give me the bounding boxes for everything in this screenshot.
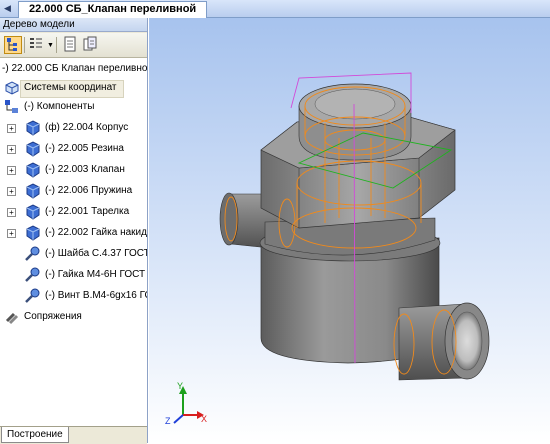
- fastener-icon: [25, 288, 40, 303]
- properties-button[interactable]: [62, 36, 80, 54]
- tree-root-label: -) 22.000 СБ Клапан переливной (Тел: [2, 63, 147, 74]
- svg-text:Y: Y: [177, 381, 183, 391]
- tree-item-label: (ф) 22.004 Корпус: [45, 122, 129, 133]
- tree-item-label: (-) 22.005 Резина: [45, 143, 124, 154]
- part-icon: [26, 141, 40, 157]
- tree-view-options-button[interactable]: [28, 36, 46, 54]
- panel-bottom-tabs: Построение: [0, 426, 147, 444]
- list-view-icon: [30, 38, 42, 48]
- tree-item-label: (-) 22.001 Тарелка: [45, 206, 130, 217]
- expand-icon[interactable]: +: [7, 166, 16, 175]
- components-icon: [5, 100, 18, 113]
- tree-item-label: (-) Винт В.М4-6gx16 ГОСТ: [45, 290, 147, 301]
- export-button[interactable]: [82, 36, 100, 54]
- tab-scroll-left-icon[interactable]: ◀: [4, 2, 14, 14]
- panel-toolbar: ▼: [0, 33, 147, 58]
- expand-icon[interactable]: +: [7, 124, 16, 133]
- tree-item-label: (-) Гайка М4-6Н ГОСТ 5915: [45, 269, 147, 280]
- tree-item-label: (-) 22.006 Пружина: [45, 185, 133, 196]
- part-icon: [26, 162, 40, 178]
- copy-document-icon: [83, 36, 97, 51]
- dropdown-arrow-icon[interactable]: ▼: [47, 42, 54, 49]
- expand-icon[interactable]: +: [7, 145, 16, 154]
- panel-title: Дерево модели: [0, 18, 147, 32]
- tree-item-label: Системы координат: [24, 82, 117, 93]
- expand-icon[interactable]: +: [7, 187, 16, 196]
- tree-structure-icon: [7, 38, 17, 51]
- part-icon: [26, 183, 40, 199]
- svg-text:X: X: [201, 414, 207, 424]
- document-icon: [64, 36, 76, 52]
- tree-structure-button[interactable]: [4, 36, 22, 54]
- tree-item-label: (-) 22.003 Клапан: [45, 164, 125, 175]
- part-icon: [26, 120, 40, 136]
- mates-icon: [5, 312, 19, 325]
- fastener-icon: [25, 246, 40, 261]
- part-icon: [26, 225, 40, 241]
- tree-item-label: (-) Компоненты: [24, 101, 95, 112]
- coordinate-system-icon: [5, 81, 19, 95]
- part-icon: [26, 204, 40, 220]
- expand-icon[interactable]: +: [7, 229, 16, 238]
- fastener-icon: [25, 267, 40, 282]
- tree-item-label: (-) Шайба С.4.37 ГОСТ 11: [45, 248, 147, 259]
- tree-item-label: (-) 22.002 Гайка накидная: [45, 227, 147, 238]
- tree-item-label: Сопряжения: [24, 311, 82, 322]
- document-tab[interactable]: 22.000 СБ_Клапан переливной: [18, 1, 208, 18]
- model-tree: -) 22.000 СБ Клапан переливной (Тел Сист…: [0, 58, 147, 426]
- 3d-viewport[interactable]: Y X Z: [149, 18, 550, 443]
- document-tab-strip: ◀ 22.000 СБ_Клапан переливной: [0, 0, 550, 18]
- tab-construction[interactable]: Построение: [1, 427, 69, 443]
- svg-text:Z: Z: [165, 416, 171, 426]
- axes-triad-icon: Y X Z: [165, 381, 207, 426]
- model-tree-panel: Дерево модели ▼ -) 22.000 СБ Клапан пере…: [0, 18, 148, 444]
- valve-3d-model: Y X Z: [165, 72, 490, 426]
- expand-icon[interactable]: +: [7, 208, 16, 217]
